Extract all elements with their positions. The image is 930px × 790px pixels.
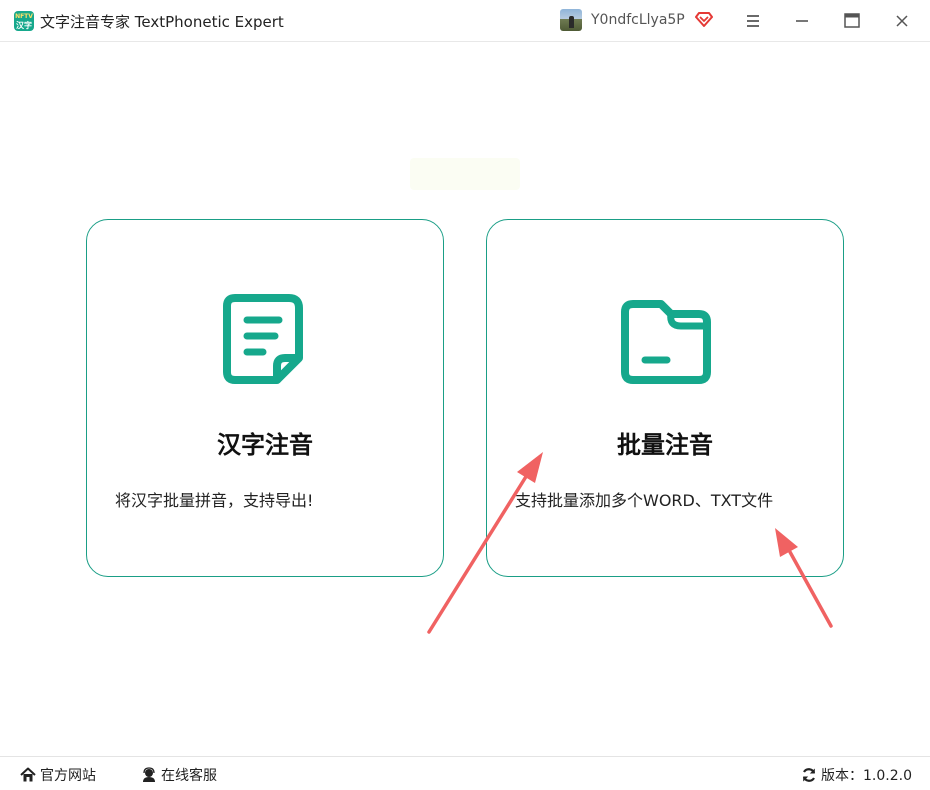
- version-label: 版本：1.0.2.0: [821, 768, 912, 784]
- card-description: 支持批量添加多个WORD、TXT文件: [515, 491, 774, 510]
- app-logo-icon: NFTV 汉字: [14, 11, 34, 31]
- support-link[interactable]: 在线客服: [141, 765, 217, 785]
- refresh-icon: [802, 768, 816, 782]
- menu-icon[interactable]: [740, 8, 766, 34]
- vip-diamond-icon[interactable]: [695, 10, 713, 28]
- avatar[interactable]: [560, 9, 582, 31]
- app-title: 文字注音专家 TextPhonetic Expert: [40, 13, 284, 31]
- home-icon: [20, 767, 36, 782]
- website-link[interactable]: 官方网站: [20, 765, 96, 785]
- footer-bar: 官方网站 在线客服 版本：1.0.2.0: [0, 756, 930, 790]
- batch-phonetic-card[interactable]: 批量注音 支持批量添加多个WORD、TXT文件: [486, 219, 844, 577]
- website-label: 官方网站: [40, 768, 96, 784]
- card-title: 汉字注音: [217, 431, 313, 459]
- version-info[interactable]: 版本：1.0.2.0: [801, 765, 912, 785]
- minimize-icon[interactable]: [789, 8, 815, 34]
- folder-icon: [621, 300, 711, 384]
- faint-banner: [410, 158, 520, 190]
- card-description: 将汉字批量拼音，支持导出!: [115, 491, 314, 510]
- close-icon[interactable]: [889, 8, 915, 34]
- title-bar: NFTV 汉字 文字注音专家 TextPhonetic Expert Y0ndf…: [0, 0, 930, 42]
- document-icon: [223, 294, 303, 384]
- support-label: 在线客服: [161, 768, 217, 784]
- hanzi-phonetic-card[interactable]: 汉字注音 将汉字批量拼音，支持导出!: [86, 219, 444, 577]
- logo-text-top: NFTV: [15, 13, 33, 20]
- username[interactable]: Y0ndfcLlya5P: [591, 12, 685, 28]
- headset-icon: [143, 767, 155, 782]
- card-title: 批量注音: [617, 431, 713, 459]
- maximize-icon[interactable]: [839, 8, 865, 34]
- logo-text-bottom: 汉字: [16, 21, 32, 30]
